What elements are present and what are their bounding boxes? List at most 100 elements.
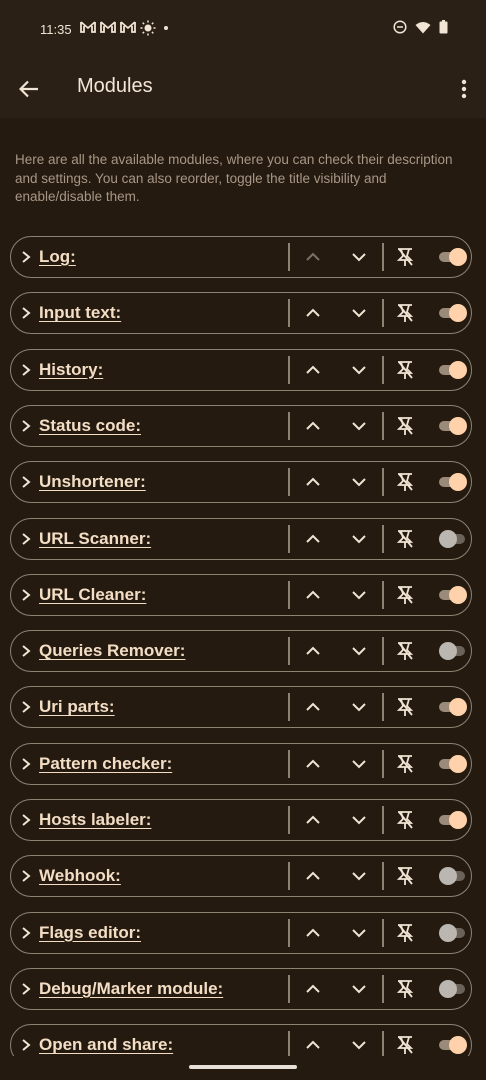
module-row[interactable]: Debug/Marker module:	[10, 967, 472, 1010]
more-options-button[interactable]	[456, 75, 472, 103]
move-up-button[interactable]	[303, 360, 323, 380]
module-title[interactable]: Status code:	[39, 416, 141, 436]
toggle-title-visibility-button[interactable]	[395, 359, 415, 381]
toggle-title-visibility-button[interactable]	[395, 865, 415, 887]
module-row[interactable]: Input text:	[10, 292, 472, 335]
toggle-title-visibility-button[interactable]	[395, 584, 415, 606]
module-title[interactable]: Log:	[39, 247, 76, 267]
move-down-button[interactable]	[349, 979, 369, 999]
module-row[interactable]: Pattern checker:	[10, 742, 472, 785]
move-down-button[interactable]	[349, 303, 369, 323]
expand-chevron-icon[interactable]	[19, 925, 33, 941]
module-title[interactable]: Webhook:	[39, 866, 121, 886]
expand-chevron-icon[interactable]	[19, 868, 33, 884]
expand-chevron-icon[interactable]	[19, 531, 33, 547]
module-title[interactable]: Unshortener:	[39, 472, 146, 492]
move-down-button[interactable]	[349, 641, 369, 661]
enable-switch[interactable]	[439, 248, 467, 266]
expand-chevron-icon[interactable]	[19, 474, 33, 490]
move-up-button[interactable]	[303, 923, 323, 943]
expand-chevron-icon[interactable]	[19, 249, 33, 265]
toggle-title-visibility-button[interactable]	[395, 302, 415, 324]
enable-switch[interactable]	[439, 698, 467, 717]
module-title[interactable]: Pattern checker:	[39, 754, 172, 774]
move-up-button[interactable]	[303, 529, 323, 549]
toggle-title-visibility-button[interactable]	[395, 753, 415, 775]
toggle-title-visibility-button[interactable]	[395, 246, 415, 268]
expand-chevron-icon[interactable]	[19, 981, 33, 997]
move-down-button[interactable]	[349, 529, 369, 549]
move-up-button[interactable]	[303, 754, 323, 774]
move-down-button[interactable]	[349, 754, 369, 774]
enable-switch[interactable]	[439, 754, 467, 773]
module-title[interactable]: Hosts labeler:	[39, 810, 151, 830]
enable-switch[interactable]	[439, 642, 465, 661]
enable-switch[interactable]	[439, 416, 467, 435]
module-title[interactable]: Open and share:	[39, 1035, 173, 1055]
move-down-button[interactable]	[349, 810, 369, 830]
module-row[interactable]: History:	[10, 348, 472, 391]
move-down-button[interactable]	[349, 923, 369, 943]
toggle-title-visibility-button[interactable]	[395, 640, 415, 662]
enable-switch[interactable]	[439, 529, 465, 548]
move-up-button[interactable]	[303, 697, 323, 717]
toggle-title-visibility-button[interactable]	[395, 1034, 415, 1056]
module-row[interactable]: Unshortener:	[10, 461, 472, 504]
module-row[interactable]: Flags editor:	[10, 911, 472, 954]
expand-chevron-icon[interactable]	[19, 587, 33, 603]
module-title[interactable]: URL Scanner:	[39, 529, 151, 549]
module-row[interactable]: URL Cleaner:	[10, 573, 472, 616]
enable-switch[interactable]	[439, 1036, 467, 1055]
expand-chevron-icon[interactable]	[19, 756, 33, 772]
expand-chevron-icon[interactable]	[19, 699, 33, 715]
module-title[interactable]: Debug/Marker module:	[39, 979, 223, 999]
toggle-title-visibility-button[interactable]	[395, 922, 415, 944]
toggle-title-visibility-button[interactable]	[395, 471, 415, 493]
module-title[interactable]: Uri parts:	[39, 697, 115, 717]
move-up-button[interactable]	[303, 472, 323, 492]
enable-switch[interactable]	[439, 585, 467, 604]
move-up-button[interactable]	[303, 810, 323, 830]
expand-chevron-icon[interactable]	[19, 305, 33, 321]
enable-switch[interactable]	[439, 867, 465, 886]
move-down-button[interactable]	[349, 1035, 369, 1055]
enable-switch[interactable]	[439, 473, 467, 492]
move-down-button[interactable]	[349, 472, 369, 492]
expand-chevron-icon[interactable]	[19, 1037, 33, 1053]
enable-switch[interactable]	[439, 304, 467, 323]
enable-switch[interactable]	[439, 923, 465, 942]
module-row[interactable]: Open and share:	[10, 1024, 472, 1056]
module-row[interactable]: URL Scanner:	[10, 517, 472, 560]
move-down-button[interactable]	[349, 697, 369, 717]
move-up-button[interactable]	[303, 641, 323, 661]
move-up-button[interactable]	[303, 585, 323, 605]
move-down-button[interactable]	[349, 360, 369, 380]
enable-switch[interactable]	[439, 360, 467, 379]
enable-switch[interactable]	[439, 979, 465, 998]
back-button[interactable]	[14, 74, 44, 104]
module-row[interactable]: Hosts labeler:	[10, 799, 472, 841]
expand-chevron-icon[interactable]	[19, 418, 33, 434]
module-row[interactable]: Webhook:	[10, 855, 472, 898]
module-row[interactable]: Queries Remover:	[10, 630, 472, 673]
move-up-button[interactable]	[303, 866, 323, 886]
enable-switch[interactable]	[439, 811, 467, 829]
gesture-handle[interactable]	[189, 1065, 297, 1069]
module-title[interactable]: History:	[39, 360, 103, 380]
module-title[interactable]: Queries Remover:	[39, 641, 185, 661]
move-down-button[interactable]	[349, 416, 369, 436]
move-down-button[interactable]	[349, 585, 369, 605]
toggle-title-visibility-button[interactable]	[395, 809, 415, 831]
expand-chevron-icon[interactable]	[19, 643, 33, 659]
toggle-title-visibility-button[interactable]	[395, 415, 415, 437]
module-title[interactable]: Input text:	[39, 303, 121, 323]
module-title[interactable]: Flags editor:	[39, 923, 141, 943]
toggle-title-visibility-button[interactable]	[395, 978, 415, 1000]
module-row[interactable]: Status code:	[10, 404, 472, 447]
move-up-button[interactable]	[303, 303, 323, 323]
expand-chevron-icon[interactable]	[19, 362, 33, 378]
move-up-button[interactable]	[303, 416, 323, 436]
toggle-title-visibility-button[interactable]	[395, 696, 415, 718]
module-row[interactable]: Uri parts:	[10, 686, 472, 729]
move-down-button[interactable]	[349, 866, 369, 886]
